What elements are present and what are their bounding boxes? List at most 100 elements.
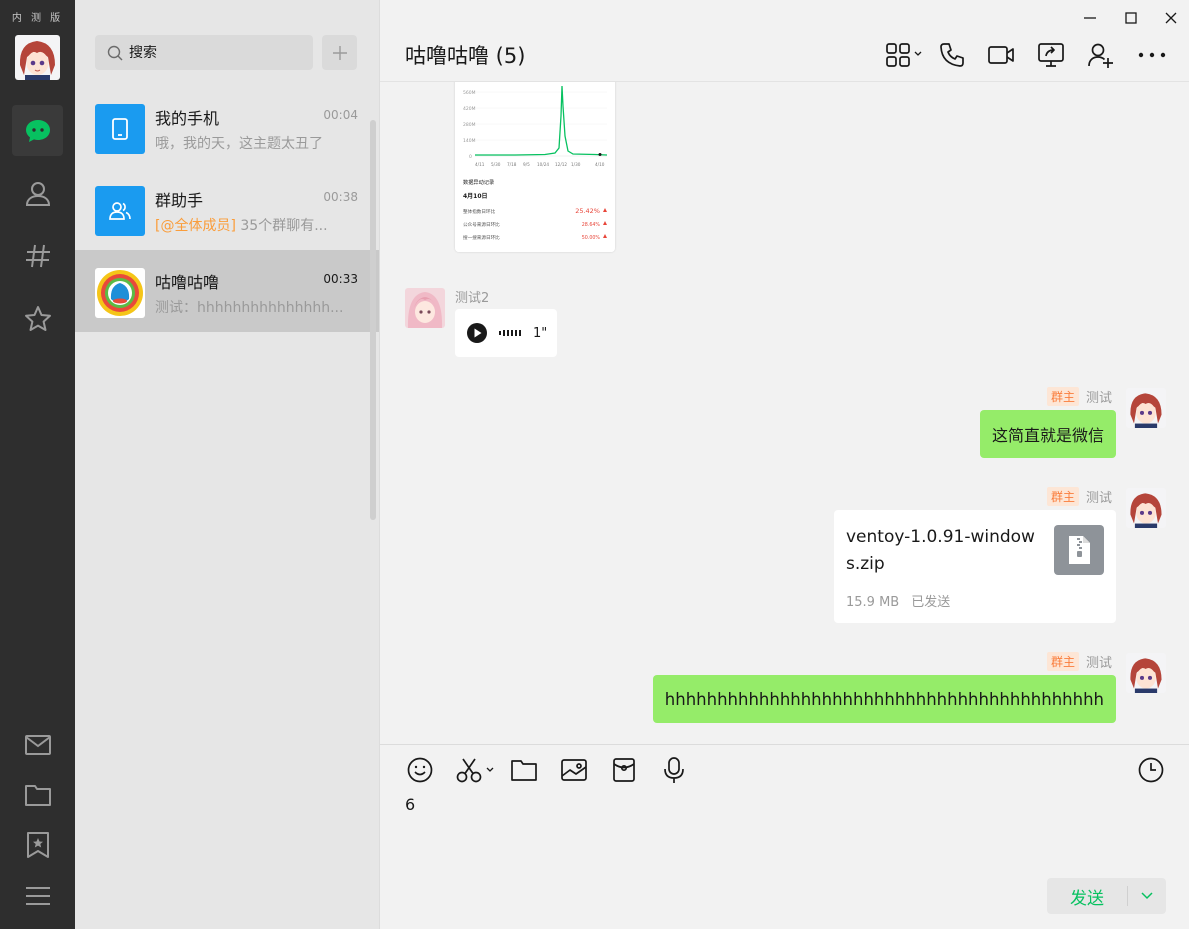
send-image-button[interactable] <box>559 755 589 785</box>
zip-file-icon <box>1054 525 1104 575</box>
sender-name: 测试2 <box>455 291 490 306</box>
file-meta: 15.9 MB 已发送 <box>846 591 950 610</box>
conversation-name: 咕噜咕噜 <box>155 273 220 292</box>
sender-avatar[interactable] <box>405 288 445 328</box>
nav-contacts[interactable] <box>12 167 63 218</box>
my-message-avatar[interactable] <box>1126 488 1166 528</box>
nav-chats[interactable] <box>12 105 63 156</box>
nav-files[interactable] <box>12 769 63 820</box>
search-icon <box>107 45 123 60</box>
voice-call-button[interactable] <box>937 40 967 70</box>
stat-label: 公众号来源日环比 <box>463 221 500 228</box>
play-icon <box>467 323 487 343</box>
more-button[interactable] <box>1137 40 1167 70</box>
x-tick-label: 9/5 <box>523 162 530 167</box>
nav-bookmarks[interactable] <box>12 819 63 870</box>
x-tick-label: 10/24 <box>537 162 549 167</box>
conversation-preview: [@全体成员] 35个群聊有... <box>155 215 360 235</box>
conversation-preview: 测试：hhhhhhhhhhhhhhh... <box>155 300 344 316</box>
maximize-icon <box>1125 12 1137 24</box>
chat-header: 咕噜咕噜 (5) <box>380 0 1189 82</box>
maximize-button[interactable] <box>1119 8 1143 28</box>
close-button[interactable] <box>1159 8 1183 28</box>
screen-share-icon <box>1038 43 1064 67</box>
favorites-icon <box>24 305 51 331</box>
mention-tag: [@全体成员] <box>155 218 236 234</box>
y-tick-label: 560M <box>463 90 476 96</box>
group-avatar <box>95 268 145 318</box>
conversation-item[interactable]: 群助手 00:38 [@全体成员] 35个群聊有... <box>75 168 379 250</box>
list-scrollbar[interactable] <box>370 120 376 520</box>
chat-icon <box>25 119 50 142</box>
section-title: 数据异动记录 <box>463 178 494 186</box>
text-message[interactable]: 这简直就是微信 <box>979 410 1116 458</box>
y-tick-label: 0 <box>469 154 472 160</box>
nav-mail[interactable] <box>12 719 63 770</box>
text-message[interactable]: hhhhhhhhhhhhhhhhhhhhhhhhhhhhhhhhhhhhhhhh… <box>652 675 1116 723</box>
more-icon <box>1138 52 1166 58</box>
send-options-button[interactable] <box>1128 892 1166 900</box>
send-file-button[interactable] <box>509 755 539 785</box>
my-message-avatar[interactable] <box>1126 388 1166 428</box>
owner-tag: 群主 <box>1047 652 1080 671</box>
x-tick-label: 7/18 <box>507 162 517 167</box>
nav-menu[interactable] <box>12 870 63 921</box>
preview-text: 35个群聊有... <box>235 218 328 234</box>
contacts-icon <box>25 181 50 206</box>
channels-icon <box>25 244 50 267</box>
voice-duration: 1" <box>533 325 548 341</box>
x-tick-label: 5/30 <box>491 162 501 167</box>
waveform-icon <box>499 330 521 336</box>
file-message[interactable]: ventoy-1.0.91-windows.zip 15.9 MB 已发送 <box>834 510 1116 623</box>
x-tick-label: 4/11 <box>475 162 485 167</box>
screen-share-button[interactable] <box>1036 40 1066 70</box>
add-user-icon <box>1088 43 1113 68</box>
my-message-avatar[interactable] <box>1126 653 1166 693</box>
conversation-item[interactable]: 咕噜咕噜 00:33 测试：hhhhhhhhhhhhhhh... <box>75 250 379 332</box>
bookmark-icon <box>26 831 49 858</box>
group-assistant-avatar <box>95 186 145 236</box>
start-group-button[interactable] <box>322 35 357 70</box>
red-packet-button[interactable] <box>609 755 639 785</box>
add-member-button[interactable] <box>1086 40 1116 70</box>
owner-tag: 群主 <box>1047 387 1080 406</box>
conversation-item[interactable]: 我的手机 00:04 哦，我的天，这主题太丑了 <box>75 86 379 168</box>
search-box[interactable] <box>95 35 313 70</box>
emoji-icon <box>407 757 433 783</box>
sender-name: 测试 <box>1086 656 1113 671</box>
sender-name: 测试 <box>1086 391 1113 406</box>
x-tick-label: 4/10 <box>595 162 605 167</box>
sender-name: 测试 <box>1086 491 1113 506</box>
my-avatar[interactable] <box>15 35 60 80</box>
video-call-button[interactable] <box>986 40 1016 70</box>
conversation-time: 00:38 <box>323 190 358 204</box>
folder-icon <box>511 760 537 781</box>
emoji-button[interactable] <box>405 755 435 785</box>
image-message[interactable]: 560M 420M 280M 140M 0 4/11 5/30 7/18 9/5 <box>455 82 615 252</box>
beta-badge: 内 测 版 <box>11 13 64 24</box>
voice-message[interactable]: 1" <box>455 309 557 357</box>
message-input[interactable]: 6 <box>405 795 1165 875</box>
search-input[interactable] <box>129 44 299 61</box>
mini-programs-button[interactable] <box>883 40 927 70</box>
conversation-time: 00:33 <box>323 272 358 286</box>
file-size: 15.9 MB <box>846 595 900 610</box>
voice-input-button[interactable] <box>659 755 689 785</box>
file-status: 已发送 <box>911 595 951 610</box>
date-label: 4月10日 <box>463 192 488 200</box>
mail-icon <box>24 734 51 755</box>
screenshot-button[interactable] <box>455 755 499 785</box>
send-button[interactable]: 发送 <box>1047 884 1127 909</box>
scissors-icon <box>456 758 494 783</box>
close-icon <box>1165 12 1177 24</box>
phone-icon <box>112 118 128 140</box>
nav-favorites[interactable] <box>12 293 63 344</box>
nav-channels[interactable] <box>12 230 63 281</box>
minimize-button[interactable] <box>1078 8 1102 28</box>
owner-tag: 群主 <box>1047 487 1080 506</box>
message-list[interactable]: 560M 420M 280M 140M 0 4/11 5/30 7/18 9/5 <box>380 82 1189 744</box>
message-composer: 6 发送 <box>380 744 1189 929</box>
y-tick-label: 140M <box>463 138 476 144</box>
red-packet-icon <box>613 758 635 782</box>
chat-history-button[interactable] <box>1136 755 1166 785</box>
